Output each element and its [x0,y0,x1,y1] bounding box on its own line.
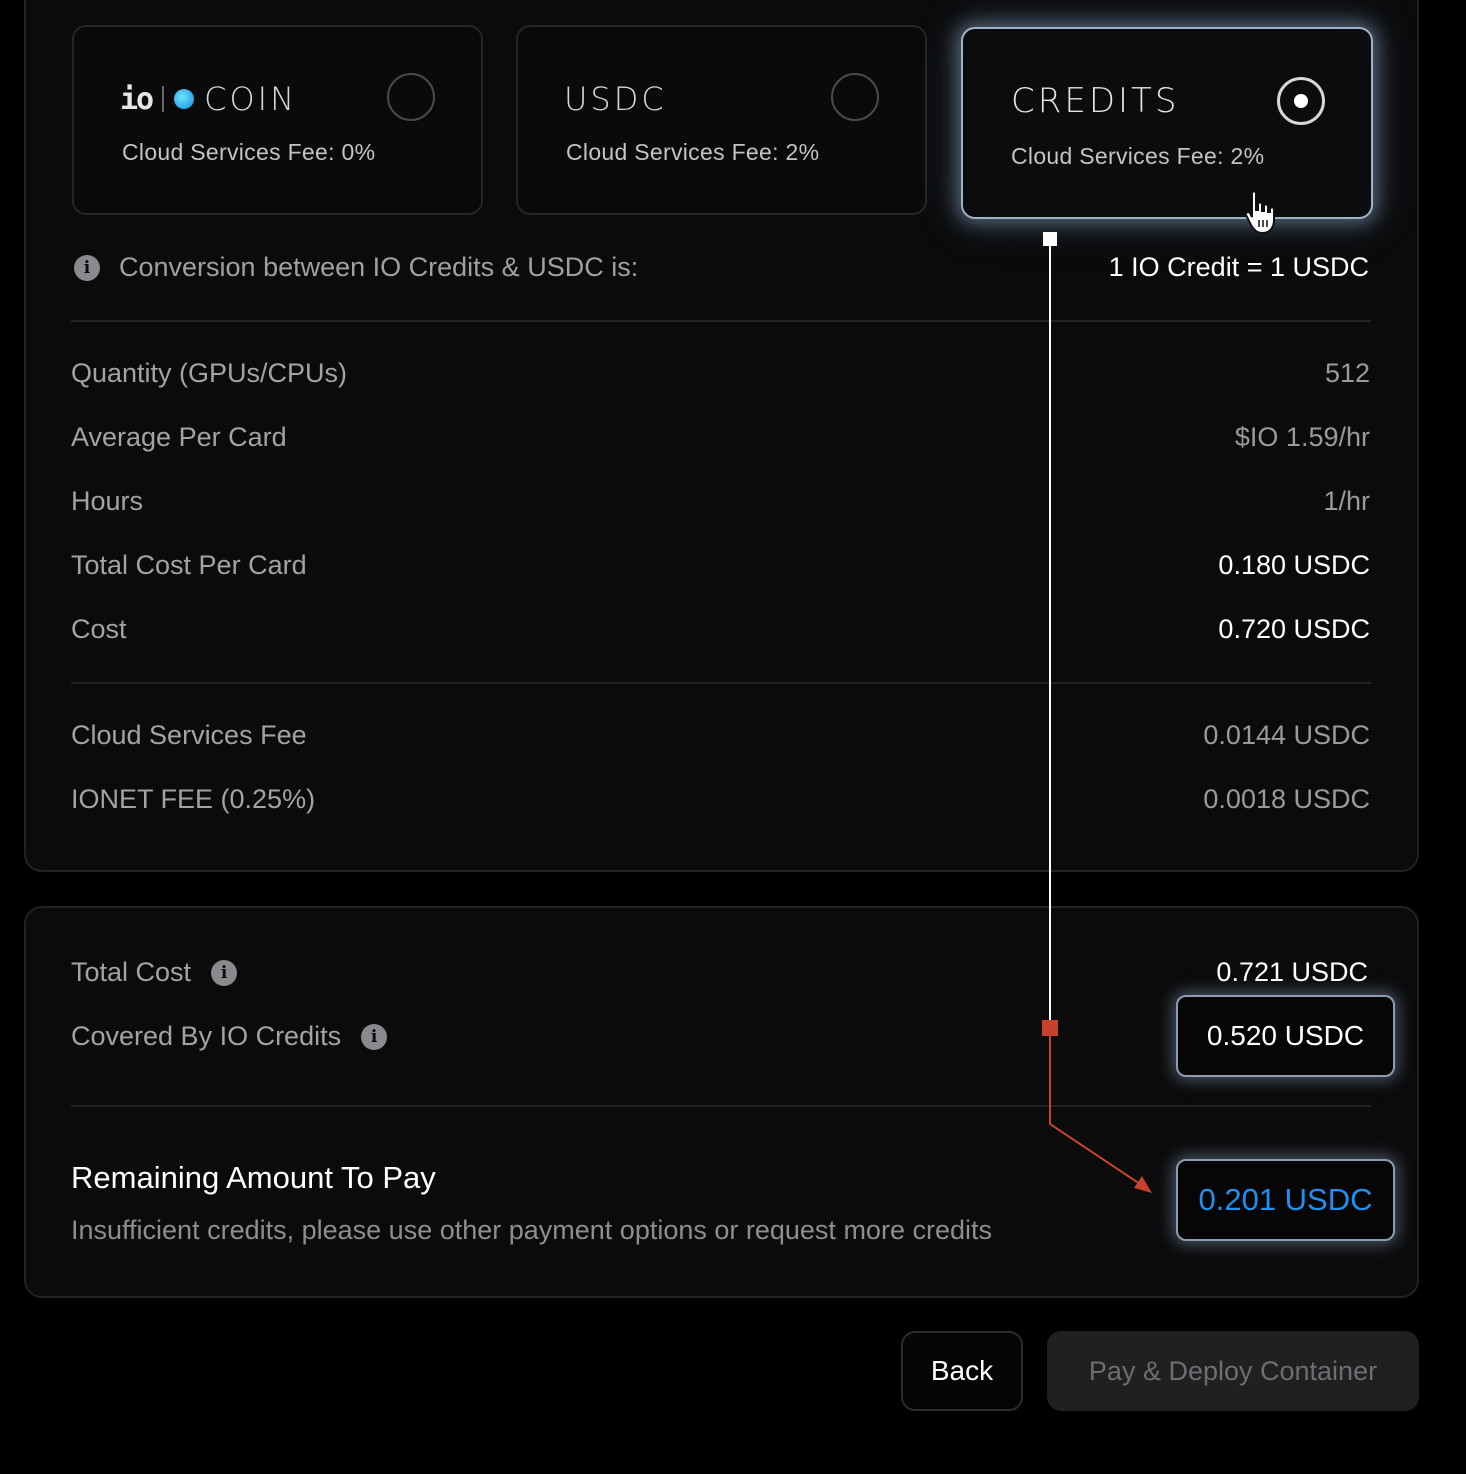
divider [71,1105,1371,1107]
total-cost-value: 0.721 USDC [1216,957,1368,987]
insufficient-credits-message: Insufficient credits, please use other p… [71,1215,992,1245]
covered-by-credits-value: 0.520 USDC [1176,995,1395,1077]
io-logo-icon: io [120,81,154,117]
brand-label: USDC [564,80,667,118]
covered-by-credits-label: Covered By IO Credits [71,1021,342,1051]
total-cost-row: Total Cost i [71,957,238,988]
covered-by-credits-row: Covered By IO Credits i [71,1021,388,1052]
back-button[interactable]: Back [901,1331,1023,1411]
brand-label: COIN [204,80,298,118]
quantity-label: Quantity (GPUs/CPUs) [71,358,348,388]
cloud-services-fee: Cloud Services Fee: 0% [122,139,376,165]
average-per-card-value: $IO 1.59/hr [1234,422,1370,452]
hours-value: 1/hr [1323,486,1370,516]
radio-io-coin[interactable] [387,73,435,121]
cost-label: Cost [71,614,127,644]
cost-value: 0.720 USDC [1218,614,1370,644]
total-cost-per-card-label: Total Cost Per Card [71,550,307,580]
info-icon[interactable]: i [361,1023,388,1050]
ionet-fee-value: 0.0018 USDC [1203,784,1370,814]
brand-separator [162,86,165,112]
payment-option-io-coin[interactable]: io COIN Cloud Services Fee: 0% [72,25,483,215]
cloud-services-fee: Cloud Services Fee: 2% [566,139,820,165]
divider [71,682,1371,684]
total-cost-label: Total Cost [71,957,192,987]
info-icon[interactable]: i [74,255,100,281]
payment-summary-page: io COIN Cloud Services Fee: 0% USDC Clou… [0,0,1466,1474]
payment-option-usdc[interactable]: USDC Cloud Services Fee: 2% [516,25,927,215]
conversion-value: 1 IO Credit = 1 USDC [1108,252,1369,282]
hours-label: Hours [71,486,144,516]
radio-usdc[interactable] [831,73,879,121]
brand-label: CREDITS [1011,81,1180,121]
payment-option-credits[interactable]: CREDITS Cloud Services Fee: 2% [961,27,1373,219]
cloud-services-fee-value: 0.0144 USDC [1203,720,1370,750]
quantity-value: 512 [1324,358,1370,388]
remaining-amount-value: 0.201 USDC [1176,1159,1395,1241]
pay-deploy-container-button[interactable]: Pay & Deploy Container [1047,1331,1419,1411]
conversion-label: Conversion between IO Credits & USDC is: [119,252,639,282]
total-cost-per-card-value: 0.180 USDC [1218,550,1370,580]
cloud-services-fee: Cloud Services Fee: 2% [1011,143,1265,169]
average-per-card-label: Average Per Card [71,422,287,452]
divider [71,320,1371,322]
radio-credits[interactable] [1277,77,1325,125]
credits-brand: CREDITS [1011,81,1179,121]
radio-selected-dot [1294,94,1308,108]
info-icon[interactable]: i [211,959,238,986]
remaining-amount-title: Remaining Amount To Pay [71,1160,436,1195]
usdc-brand: USDC [564,79,667,119]
io-coin-icon [174,89,195,109]
cloud-services-fee-label: Cloud Services Fee [71,720,307,750]
io-coin-brand: io COIN [120,79,297,119]
ionet-fee-label: IONET FEE (0.25%) [71,784,316,814]
hand-pointer-icon [1244,190,1275,235]
